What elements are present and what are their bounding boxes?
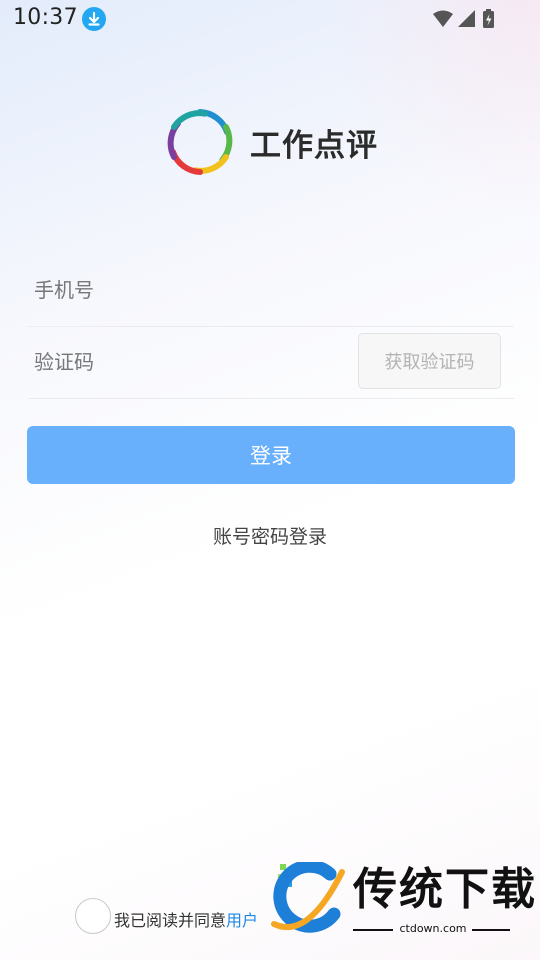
app-name: 工作点评 <box>250 128 378 164</box>
agreement-text: 我已阅读并同意用户 <box>114 907 262 931</box>
watermark-site: ctdown.com <box>399 922 467 935</box>
wifi-icon <box>433 10 453 27</box>
logo-arc <box>171 110 208 130</box>
watermark-divider-right <box>472 929 510 931</box>
logo-arc <box>219 124 233 164</box>
download-icon <box>82 7 106 31</box>
user-agreement-link[interactable]: 用户 <box>226 911 258 930</box>
app-logo <box>164 106 236 182</box>
code-row: 获取验证码 <box>28 326 514 399</box>
watermark-title: 传统下载 <box>353 864 537 915</box>
get-code-button[interactable]: 获取验证码 <box>358 333 501 389</box>
code-input[interactable] <box>34 326 334 398</box>
battery-charging-icon <box>483 9 494 28</box>
cell-signal-icon <box>458 10 475 27</box>
phone-input[interactable] <box>34 254 334 326</box>
status-bar: 10:37 <box>0 0 540 38</box>
logo-arc <box>170 149 203 175</box>
agreement-prefix: 我已阅读并同意 <box>114 911 227 930</box>
watermark-logo <box>268 859 348 940</box>
phone-row <box>28 254 514 327</box>
watermark-divider-left <box>353 929 393 931</box>
account-password-login-link[interactable]: 账号密码登录 <box>0 522 540 549</box>
logo-arc <box>167 120 181 160</box>
status-time: 10:37 <box>13 5 78 30</box>
status-icons <box>432 8 500 34</box>
agreement-checkbox[interactable] <box>75 898 111 934</box>
login-button[interactable]: 登录 <box>27 426 515 484</box>
